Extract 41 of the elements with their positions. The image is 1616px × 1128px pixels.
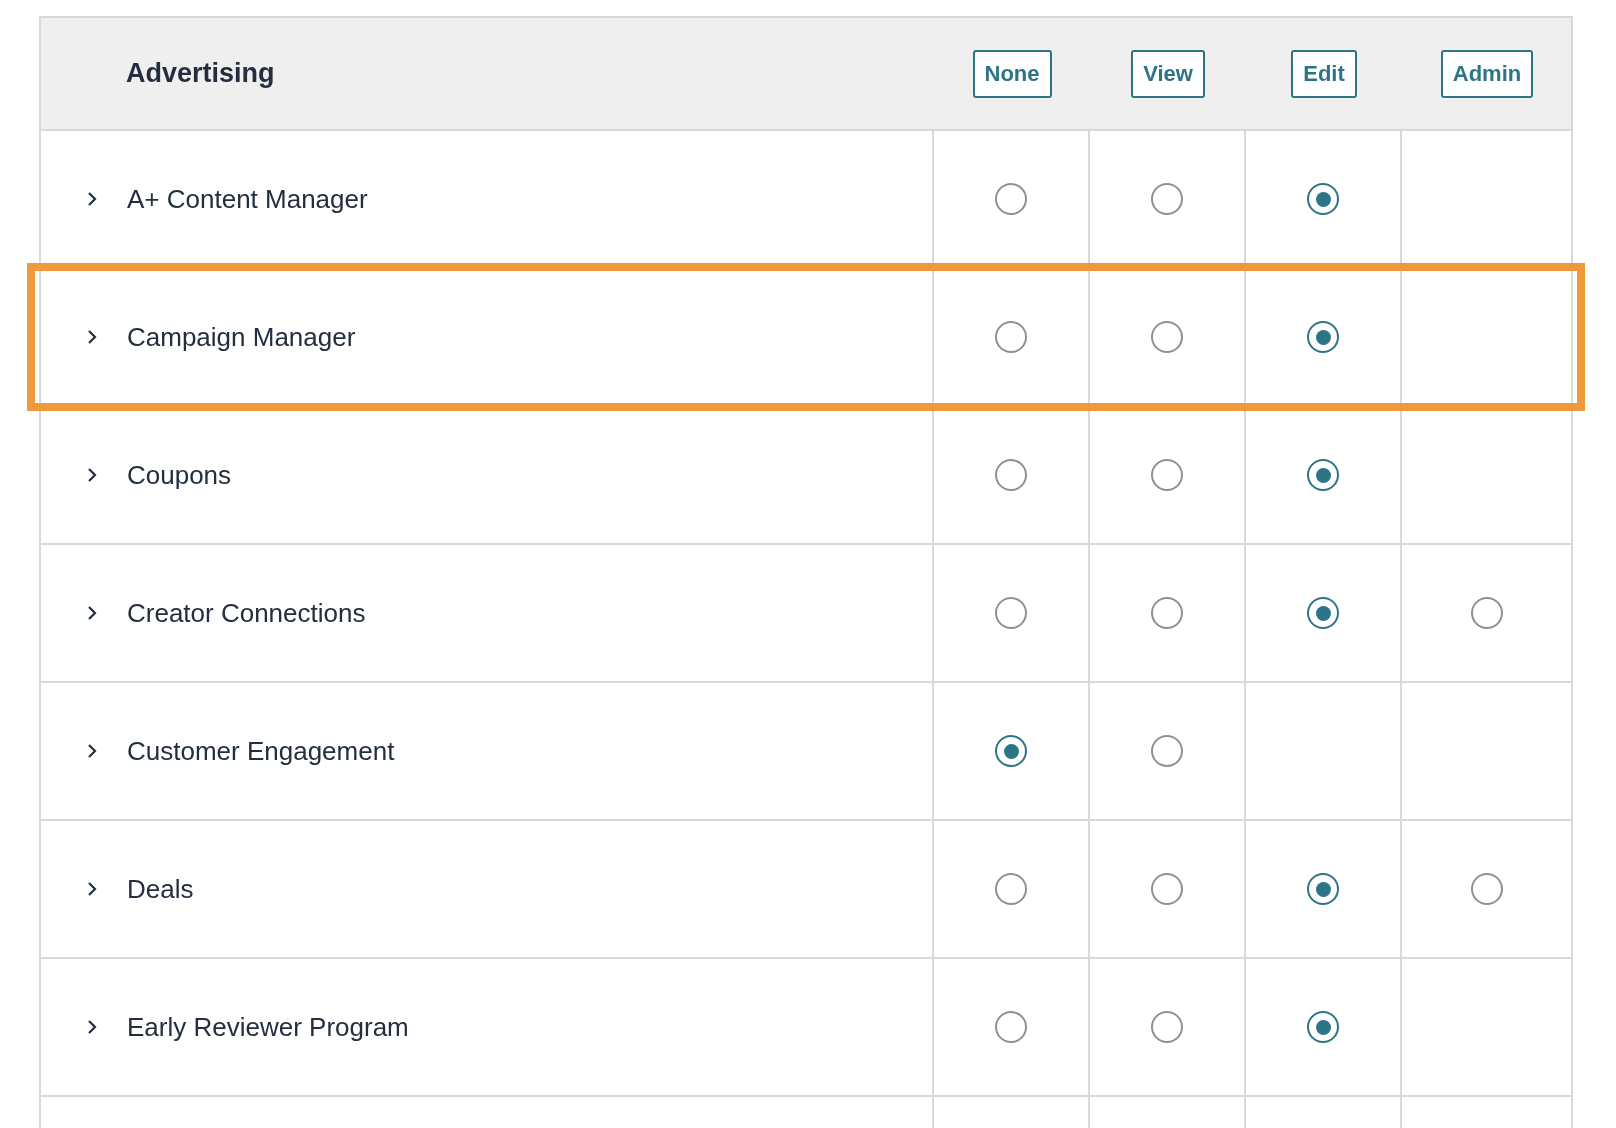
chevron-icon[interactable] <box>87 1019 97 1035</box>
radio-button[interactable] <box>995 183 1027 215</box>
radio-button[interactable] <box>1151 1011 1183 1043</box>
radio-button[interactable] <box>995 1011 1027 1043</box>
radio-button[interactable] <box>1151 873 1183 905</box>
permission-name: Creator Connections <box>127 597 366 629</box>
radio-button[interactable] <box>1307 183 1339 215</box>
permission-name: Customer Engagement <box>127 735 395 767</box>
section-title: Advertising <box>126 58 275 89</box>
radio-button[interactable] <box>1307 321 1339 353</box>
radio-button[interactable] <box>995 321 1027 353</box>
radio-button[interactable] <box>1151 597 1183 629</box>
radio-button[interactable] <box>1151 459 1183 491</box>
level-button[interactable]: Edit <box>1291 49 1357 98</box>
radio-button[interactable] <box>1151 183 1183 215</box>
chevron-icon[interactable] <box>87 743 97 759</box>
radio-button[interactable] <box>995 597 1027 629</box>
radio-button[interactable] <box>995 735 1027 767</box>
radio-button[interactable] <box>1307 873 1339 905</box>
radio-button[interactable] <box>1151 321 1183 353</box>
level-button[interactable]: View <box>1131 49 1205 98</box>
level-button[interactable]: None <box>972 49 1052 98</box>
permission-name: Early Reviewer Program <box>127 1011 409 1043</box>
radio-button[interactable] <box>1307 597 1339 629</box>
chevron-icon[interactable] <box>87 329 97 345</box>
radio-button[interactable] <box>1307 459 1339 491</box>
radio-button[interactable] <box>995 873 1027 905</box>
radio-button[interactable] <box>1471 597 1503 629</box>
permission-name: A+ Content Manager <box>127 183 368 215</box>
radio-button[interactable] <box>1307 1011 1339 1043</box>
radio-button[interactable] <box>1151 735 1183 767</box>
radio-button[interactable] <box>995 459 1027 491</box>
level-button[interactable]: Admin <box>1440 49 1534 98</box>
chevron-icon[interactable] <box>87 191 97 207</box>
permission-name: Campaign Manager <box>127 321 356 353</box>
radio-button[interactable] <box>1471 873 1503 905</box>
permission-name: Coupons <box>127 459 232 491</box>
permission-name: Deals <box>127 873 194 905</box>
chevron-icon[interactable] <box>87 881 97 897</box>
chevron-icon[interactable] <box>87 605 97 621</box>
chevron-icon[interactable] <box>87 467 97 483</box>
